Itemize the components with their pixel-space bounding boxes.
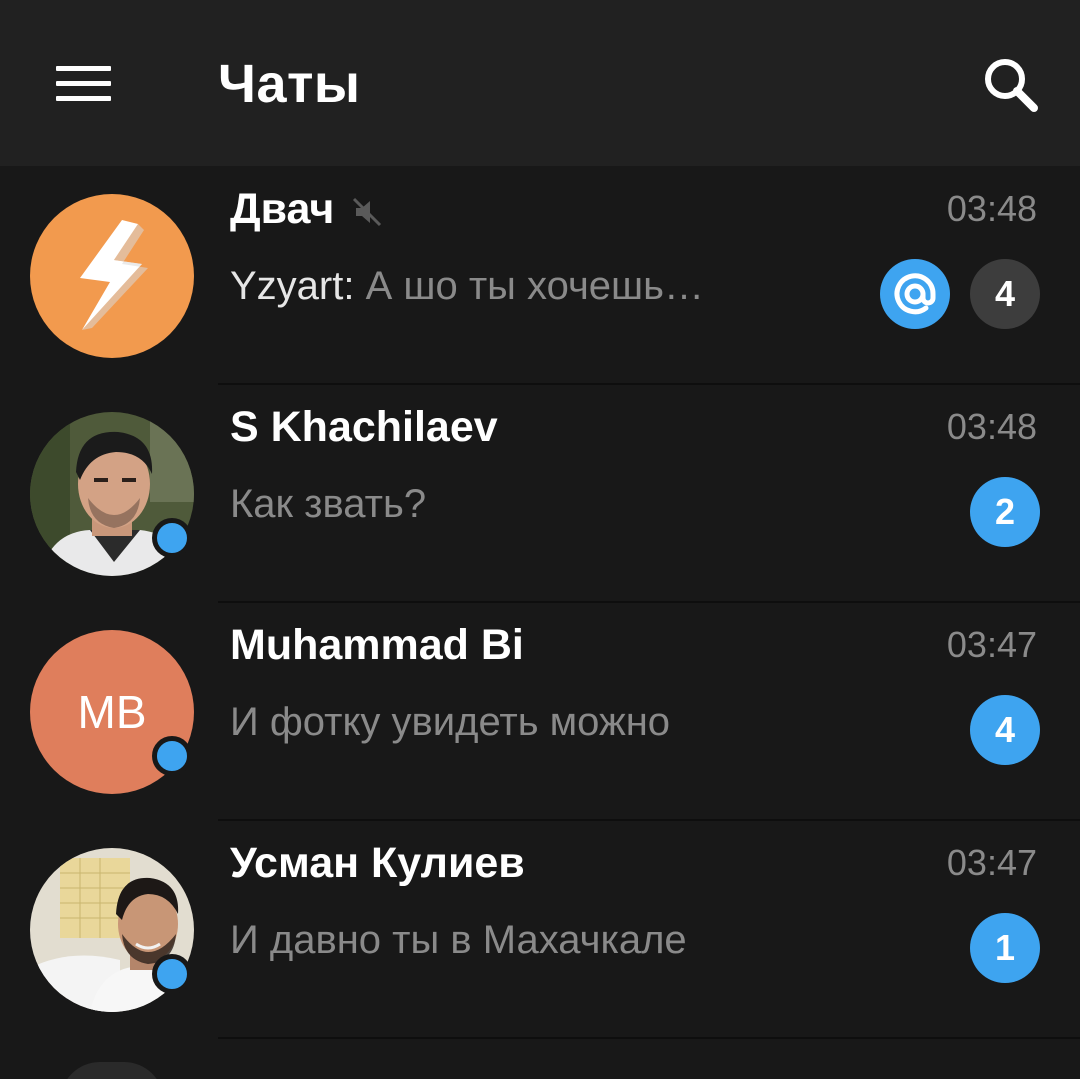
page-title: Чаты xyxy=(218,54,361,114)
unread-count-badge: 1 xyxy=(970,913,1040,983)
chat-preview: И давно ты в Махачкале xyxy=(230,918,687,962)
online-indicator xyxy=(152,954,192,994)
muted-speaker-icon xyxy=(350,195,384,229)
chat-name: S Khachilaev xyxy=(230,403,498,451)
chat-preview: И фотку увидеть можно xyxy=(230,700,671,744)
chat-name: Muhammad Bi xyxy=(230,621,524,669)
unread-count-badge: 4 xyxy=(970,695,1040,765)
chat-item-s-khachilaev[interactable]: S Khachilaev 03:48 Как звать? 2 xyxy=(0,385,1080,603)
online-indicator xyxy=(152,518,192,558)
mention-badge xyxy=(880,259,950,329)
unread-count-badge: 2 xyxy=(970,477,1040,547)
chat-time: 03:48 xyxy=(946,406,1037,447)
at-sign-icon xyxy=(894,273,936,315)
chat-preview: Как звать? xyxy=(230,482,427,526)
chat-time: 03:48 xyxy=(946,188,1037,229)
chat-time: 03:47 xyxy=(946,624,1037,665)
chat-time: 03:47 xyxy=(946,842,1037,883)
preview-text: А шо ты хочешь… xyxy=(354,264,704,308)
chat-item-dvach[interactable]: Двач 03:48 Yzyart: А шо ты хочешь… 4 xyxy=(0,167,1080,385)
chat-item-muhammad-bi[interactable]: MB Muhammad Bi 03:47 И фотку увидеть мож… xyxy=(0,603,1080,821)
lightning-bolt-icon xyxy=(80,220,148,330)
chat-item-usman-kuliev[interactable]: Усман Кулиев 03:47 И давно ты в Махачкал… xyxy=(0,821,1080,1039)
app-header: Чаты xyxy=(0,0,1080,166)
hamburger-menu-icon[interactable] xyxy=(40,52,128,116)
search-icon[interactable] xyxy=(972,46,1052,126)
telegram-chat-list: Чаты Двач 03:48 Yzyart: А шо ты хочешь… xyxy=(0,0,1080,1079)
preview-sender: Yzyart: xyxy=(230,264,355,308)
chat-preview: Yzyart: А шо ты хочешь… xyxy=(230,261,704,311)
avatar xyxy=(30,194,194,358)
chat-name: Двач xyxy=(230,185,335,233)
chat-name: Усман Кулиев xyxy=(230,839,525,887)
unread-count-badge: 4 xyxy=(970,259,1040,329)
avatar[interactable] xyxy=(60,1062,164,1079)
online-indicator xyxy=(152,736,192,776)
divider xyxy=(218,1037,1080,1039)
